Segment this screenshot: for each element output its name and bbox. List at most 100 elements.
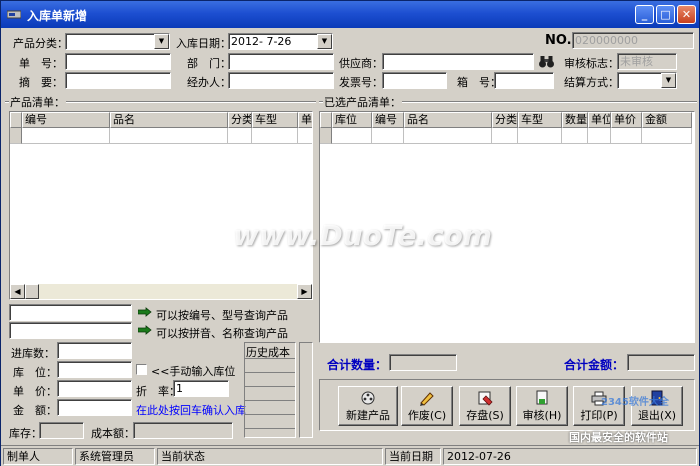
amount-field[interactable] <box>57 399 132 416</box>
save-icon <box>478 391 493 406</box>
column-header[interactable]: 数量 <box>562 112 588 128</box>
order-label: 单 号： <box>19 57 63 70</box>
summary-label: 摘 要： <box>19 76 63 89</box>
app-window: 入库单新增 _ □ ✕ 产品分类： ▼ 入库日期： 2012- 7-26 ▼ N… <box>0 0 700 466</box>
qty-field[interactable] <box>57 342 132 359</box>
loc-label: 库 位： <box>13 366 57 379</box>
title-bar[interactable]: 入库单新增 _ □ ✕ <box>1 1 699 28</box>
manual-loc-checkbox[interactable] <box>136 364 147 375</box>
history-cost-side <box>299 342 313 438</box>
column-header[interactable]: 单价 <box>298 112 312 128</box>
supplier-field[interactable] <box>382 53 534 70</box>
watermark-corner-bottom: 国内最安全的软件站 <box>569 431 668 444</box>
watermark-corner-top: 2345软件大全 <box>601 397 669 408</box>
column-header[interactable]: 编号 <box>22 112 110 128</box>
maximize-button[interactable]: □ <box>656 5 675 24</box>
discount-field[interactable]: 1 <box>173 380 229 397</box>
watermark-main: www.DuoTe.com <box>233 219 492 252</box>
qty-label: 进库数： <box>11 347 55 360</box>
total-amount-field <box>627 354 695 371</box>
amount-label: 金 额： <box>13 404 57 417</box>
settle-label: 结算方式： <box>564 76 619 89</box>
box-field[interactable] <box>494 72 554 89</box>
status-bar: 制单人 系统管理员 当前状态 当前日期 2012-07-26 <box>1 445 699 466</box>
close-button[interactable]: ✕ <box>677 5 696 24</box>
new-product-label: 新建产品 <box>346 409 390 422</box>
loc-field[interactable] <box>57 361 132 378</box>
column-header[interactable]: 车型 <box>252 112 298 128</box>
date-picker[interactable]: 2012- 7-26 ▼ <box>228 33 333 50</box>
stock-label: 库存： <box>9 427 42 440</box>
date-status-value: 2012-07-26 <box>443 448 697 465</box>
cost-field <box>133 422 233 439</box>
chevron-down-icon[interactable]: ▼ <box>317 34 332 49</box>
column-header[interactable]: 分类 <box>228 112 252 128</box>
void-button[interactable]: 作废(C) <box>401 386 453 426</box>
void-label: 作废(C) <box>407 409 447 422</box>
maker-label: 制单人 <box>3 448 73 465</box>
pinyin-search-hint: 可以按拼音、名称查询产品 <box>156 327 288 340</box>
settle-select[interactable]: ▼ <box>617 72 677 89</box>
column-header[interactable]: 编号 <box>372 112 404 128</box>
order-field[interactable] <box>65 53 171 70</box>
date-label: 入库日期： <box>176 37 231 50</box>
audit-button[interactable]: 审核(H) <box>516 386 568 426</box>
pointing-hand-icon <box>138 325 152 335</box>
audit-label: 审核标志： <box>564 57 619 70</box>
film-reel-icon <box>361 391 375 405</box>
code-search-input[interactable] <box>9 304 132 321</box>
summary-field[interactable] <box>65 72 171 89</box>
pointing-hand-icon <box>138 307 152 317</box>
category-label: 产品分类： <box>13 37 68 50</box>
table-row[interactable] <box>10 128 312 144</box>
chevron-down-icon[interactable]: ▼ <box>154 34 169 49</box>
table-row[interactable] <box>320 128 692 144</box>
cost-label: 成本额： <box>91 427 135 440</box>
history-cost-panel: 历史成本 <box>244 342 296 438</box>
manual-loc-label: <<手动输入库位 <box>151 365 236 378</box>
invoice-label: 发票号： <box>339 76 383 89</box>
column-header[interactable]: 车型 <box>518 112 562 128</box>
price-field[interactable] <box>57 380 132 397</box>
product-list-header: 编号 品名 分类 车型 单价 <box>10 112 312 128</box>
column-header[interactable]: 品名 <box>404 112 492 128</box>
save-label: 存盘(S) <box>466 409 504 422</box>
dept-label: 部 门： <box>187 57 231 70</box>
horizontal-scrollbar[interactable]: ◀ ▶ <box>10 284 312 299</box>
audit-icon <box>536 390 548 405</box>
pinyin-search-input[interactable] <box>9 322 132 339</box>
column-header[interactable]: 品名 <box>110 112 228 128</box>
save-button[interactable]: 存盘(S) <box>459 386 511 426</box>
column-header[interactable]: 金额 <box>642 112 692 128</box>
stock-field <box>39 422 84 439</box>
binoculars-icon[interactable] <box>538 54 555 69</box>
handler-field[interactable] <box>228 72 334 89</box>
selected-list-header: 库位 编号 品名 分类 车型 数量 单位 单价 金额 <box>320 112 692 128</box>
pencil-icon <box>420 392 434 406</box>
maker-value: 系统管理员 <box>75 448 155 465</box>
scroll-thumb[interactable] <box>25 284 39 299</box>
supplier-label: 供应商： <box>339 57 383 70</box>
product-list-grid[interactable]: 编号 品名 分类 车型 单价 ◀ ▶ <box>9 111 313 300</box>
scroll-left-icon[interactable]: ◀ <box>10 284 25 299</box>
column-header[interactable]: 单位 <box>588 112 611 128</box>
total-qty-label: 合计数量： <box>327 358 388 372</box>
column-header[interactable]: 分类 <box>492 112 518 128</box>
invoice-field[interactable] <box>382 72 447 89</box>
new-product-button[interactable]: 新建产品 <box>338 386 398 426</box>
confirm-hint: 在此处按回车确认入库 <box>136 404 246 417</box>
handler-label: 经办人： <box>187 76 231 89</box>
chevron-down-icon[interactable]: ▼ <box>661 73 676 88</box>
app-icon <box>7 10 21 19</box>
state-label: 当前状态 <box>157 448 383 465</box>
dept-field[interactable] <box>228 53 334 70</box>
total-amount-label: 合计金额： <box>564 358 625 372</box>
minimize-button[interactable]: _ <box>635 5 654 24</box>
print-label: 打印(P) <box>580 409 618 422</box>
column-header[interactable]: 单价 <box>611 112 642 128</box>
scroll-right-icon[interactable]: ▶ <box>297 284 312 299</box>
category-select[interactable]: ▼ <box>65 33 170 50</box>
no-field[interactable]: 020000000 <box>572 32 694 49</box>
price-label: 单 价： <box>13 385 57 398</box>
column-header[interactable]: 库位 <box>332 112 372 128</box>
